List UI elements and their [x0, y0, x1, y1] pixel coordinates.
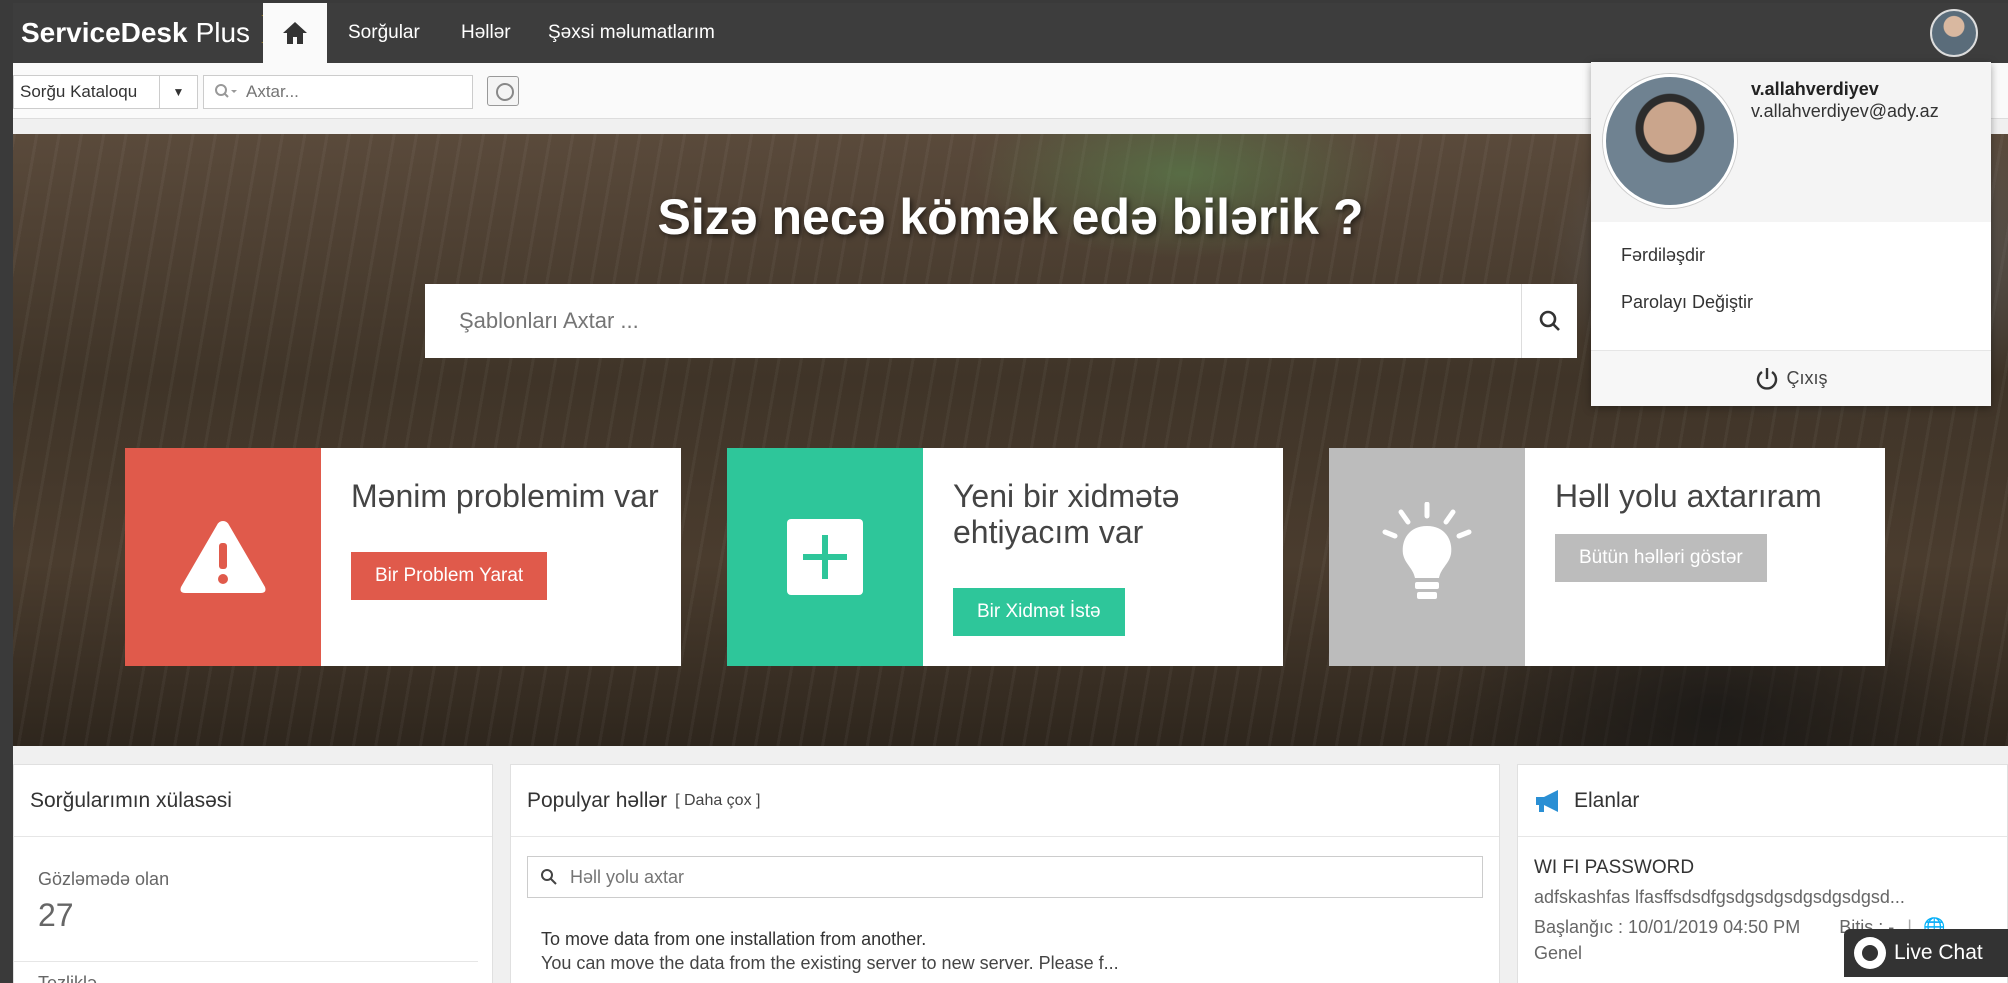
logout-button[interactable]: Çıxış [1591, 350, 1991, 406]
top-navbar: ServiceDesk Plus Sorğular Həllər Şəxsi m… [13, 3, 2008, 63]
solution-search [527, 856, 1483, 898]
brand-suffix: Plus [195, 17, 251, 48]
more-link[interactable]: [ Daha çox ] [675, 792, 760, 810]
brand-name: ServiceDesk [21, 17, 188, 48]
card-report-problem: Mənim problemim var Bir Problem Yarat [125, 448, 681, 666]
panel-title: Elanlar [1574, 788, 1640, 812]
popular-solutions-panel: Populyar həllər [ Daha çox ] To move dat… [510, 764, 1500, 983]
home-icon [283, 22, 307, 44]
pending-count[interactable]: 27 [38, 897, 74, 934]
warning-icon [180, 521, 266, 593]
request-catalog-dropdown[interactable]: Sorğu Kataloqu ▼ [13, 75, 198, 109]
card-title: Mənim problemim var [351, 478, 659, 514]
panel-title: Populyar həllər [527, 788, 668, 812]
search-icon [215, 84, 237, 98]
card-title: Həll yolu axtarıram [1555, 478, 1822, 514]
calendar-clock-icon[interactable] [487, 76, 519, 106]
solution-title-link[interactable]: To move data from one installation from … [541, 929, 926, 950]
live-chat-label: Live Chat [1894, 941, 1983, 964]
panel-title: Sorğularımın xülasəsi [14, 765, 492, 837]
profile-header: v.allahverdiyev v.allahverdiyev@ady.az [1591, 62, 1991, 222]
next-label: Tezliklə ... [38, 973, 118, 983]
template-search-input[interactable] [425, 284, 1521, 358]
card-side [125, 448, 321, 666]
power-icon [1757, 367, 1778, 390]
card-request-service: Yeni bir xidmətə ehtiyacım var Bir Xidmə… [727, 448, 1283, 666]
announcement-description: adfskashfas lfasffsdsdfgsdgsdgsdgsdgsdgs… [1534, 887, 1905, 907]
profile-dropdown: v.allahverdiyev v.allahverdiyev@ady.az F… [1591, 62, 1991, 406]
plus-icon [787, 519, 863, 595]
profile-username: v.allahverdiyev [1751, 79, 1879, 99]
quick-search-input[interactable] [246, 82, 436, 102]
pending-label: Gözləmədə olan [38, 869, 170, 889]
card-title: Yeni bir xidmətə ehtiyacım var [953, 478, 1180, 550]
announcement-start: Başlanğıc : 10/01/2019 04:50 PM [1534, 917, 1801, 937]
create-problem-button[interactable]: Bir Problem Yarat [351, 552, 548, 600]
card-side [1329, 448, 1525, 666]
announcement-category: Genel [1534, 943, 1583, 963]
user-avatar-button[interactable] [1930, 9, 1978, 57]
divider [14, 961, 478, 962]
home-tab[interactable] [263, 3, 327, 63]
app-window: ServiceDesk Plus Sorğular Həllər Şəxsi m… [13, 3, 2008, 983]
catalog-label: Sorğu Kataloqu [20, 82, 138, 101]
chevron-down-icon[interactable]: ▼ [159, 76, 197, 108]
search-icon [1539, 310, 1560, 331]
lightbulb-icon [1382, 502, 1472, 599]
template-search [425, 284, 1577, 358]
card-find-solution: Həll yolu axtarıram Bütün həlləri göstər [1329, 448, 1885, 666]
quick-search[interactable] [203, 75, 473, 109]
profile-avatar [1603, 74, 1737, 208]
panel-header: Elanlar [1518, 765, 2007, 837]
panel-header: Populyar həllər [ Daha çox ] [511, 765, 1499, 837]
solution-snippet: You can move the data from the existing … [541, 953, 1119, 973]
request-summary-panel: Sorğularımın xülasəsi Gözləmədə olan 27 … [13, 764, 493, 983]
request-service-button[interactable]: Bir Xidmət İstə [953, 588, 1125, 636]
chat-icon [1854, 937, 1886, 969]
live-chat-button[interactable]: Live Chat [1844, 929, 2008, 977]
profile-email: v.allahverdiyev@ady.az [1751, 101, 1939, 121]
card-side [727, 448, 923, 666]
nav-requests[interactable]: Sorğular [348, 3, 420, 63]
nav-solutions[interactable]: Həllər [461, 3, 511, 63]
search-icon [541, 869, 557, 885]
template-search-button[interactable] [1521, 284, 1577, 358]
solution-search-input[interactable] [570, 866, 1450, 888]
menu-personalize[interactable]: Fərdiləşdir [1621, 245, 1705, 266]
show-all-solutions-button[interactable]: Bütün həlləri göstər [1555, 534, 1767, 582]
megaphone-icon [1536, 789, 1558, 812]
nav-personal-info[interactable]: Şəxsi məlumatlarım [548, 3, 715, 63]
logout-label: Çıxış [1786, 368, 1828, 388]
brand-logo[interactable]: ServiceDesk Plus [13, 3, 278, 63]
announcement-title[interactable]: WI FI PASSWORD [1534, 857, 1694, 879]
menu-change-password[interactable]: Parolayı Değiştir [1621, 292, 1753, 313]
